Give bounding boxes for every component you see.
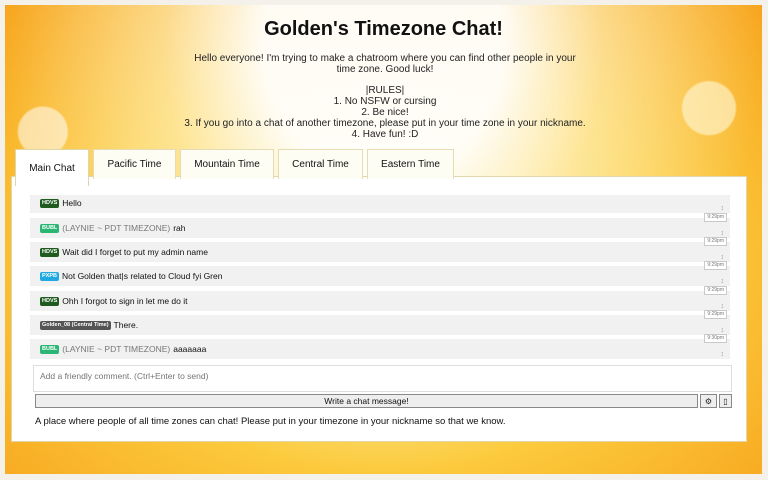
reply-arrow-icon[interactable]: ↕: [721, 303, 725, 310]
write-message-button[interactable]: Write a chat message!: [35, 394, 698, 408]
message-list[interactable]: HDVS Hello ↕ BUBL (LAYNIE ~ PDT TIMEZONE…: [30, 195, 730, 360]
message-row: BUBL (LAYNIE ~ PDT TIMEZONE) rah 9:29pm …: [30, 213, 730, 238]
tab-central-time[interactable]: Central Time: [278, 149, 363, 179]
chat-description: A place where people of all time zones c…: [35, 416, 506, 427]
user-badge[interactable]: Golden_08 (Central Time): [40, 320, 111, 330]
rule-item: 3. If you go into a chat of another time…: [184, 118, 586, 129]
reply-arrow-icon[interactable]: ↕: [721, 351, 725, 358]
reply-arrow-icon[interactable]: ↕: [721, 230, 725, 237]
reply-arrow-icon[interactable]: ↕: [721, 278, 725, 285]
tab-main-chat[interactable]: Main Chat: [15, 149, 89, 186]
user-badge[interactable]: BUBL: [40, 223, 60, 233]
message-row: PXPB Not Golden that|s related to Cloud …: [30, 261, 730, 286]
message-row: HDVS Ohh I forgot to sign in let me do i…: [30, 286, 730, 311]
message-text: Hello: [62, 198, 82, 208]
user-badge[interactable]: HDVS: [40, 247, 60, 257]
message-timestamp: 9:29pm: [704, 237, 727, 246]
user-nickname: (LAYNIE ~ PDT TIMEZONE): [62, 223, 171, 233]
message-row: Golden_08 (Central Time) There. 9:29pm ↕: [30, 310, 730, 335]
message-row: HDVS Hello ↕: [30, 195, 730, 213]
tab-mountain-time[interactable]: Mountain Time: [180, 149, 274, 179]
user-nickname: (LAYNIE ~ PDT TIMEZONE): [62, 344, 171, 354]
settings-icon[interactable]: ⚙: [700, 394, 717, 408]
message-row: HDVS Wait did I forget to put my admin n…: [30, 237, 730, 262]
message-text: There.: [113, 320, 139, 330]
tab-eastern-time[interactable]: Eastern Time: [367, 149, 454, 179]
page-description: Hello everyone! I'm trying to make a cha…: [194, 53, 576, 75]
message-row: BUBL (LAYNIE ~ PDT TIMEZONE) aaaaaaa 9:3…: [30, 334, 730, 359]
expand-icon[interactable]: ▯: [719, 394, 732, 408]
message-text: aaaaaaa: [173, 344, 207, 354]
rule-item: 4. Have fun! :D: [351, 129, 419, 140]
tab-pacific-time[interactable]: Pacific Time: [93, 149, 176, 179]
rules-heading: |RULES|: [365, 85, 405, 96]
message-text: Ohh I forgot to sign in let me do it: [62, 296, 188, 306]
message-timestamp: 9:30pm: [704, 334, 727, 343]
user-badge[interactable]: PXPB: [40, 271, 59, 281]
reply-arrow-icon[interactable]: ↕: [721, 254, 725, 261]
rules-section: |RULES| 1. No NSFW or cursing 2. Be nice…: [165, 85, 605, 140]
user-badge[interactable]: HDVS: [40, 296, 60, 306]
user-badge[interactable]: BUBL: [40, 344, 60, 354]
rule-item: 2. Be nice!: [361, 107, 409, 118]
reply-arrow-icon[interactable]: ↕: [721, 327, 725, 334]
user-badge[interactable]: HDVS: [40, 198, 60, 208]
message-timestamp: 9:29pm: [704, 213, 727, 222]
comment-input[interactable]: [33, 365, 732, 392]
rule-item: 1. No NSFW or cursing: [333, 96, 437, 107]
page-title: Golden's Timezone Chat!: [264, 18, 503, 40]
message-timestamp: 9:29pm: [704, 286, 727, 295]
message-text: rah: [173, 223, 186, 233]
message-timestamp: 9:29pm: [704, 261, 727, 270]
reply-arrow-icon[interactable]: ↕: [721, 205, 725, 212]
message-text: Not Golden that|s related to Cloud fyi G…: [61, 271, 223, 281]
message-timestamp: 9:29pm: [704, 310, 727, 319]
message-text: Wait did I forget to put my admin name: [62, 247, 208, 257]
